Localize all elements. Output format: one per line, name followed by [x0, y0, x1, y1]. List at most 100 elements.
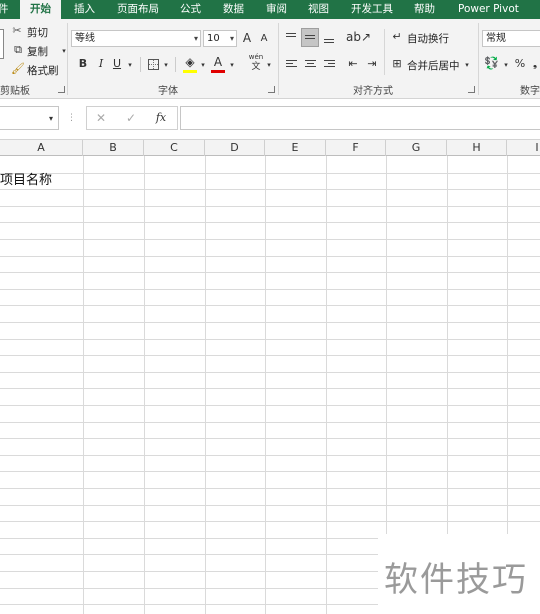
chevron-down-icon[interactable]: ▾: [228, 58, 236, 72]
column-gridline: [326, 156, 327, 614]
align-bottom-button[interactable]: [321, 29, 337, 46]
row-gridline: [0, 256, 540, 257]
phonetic-guide-button[interactable]: wén 文: [246, 53, 266, 75]
chevron-down-icon[interactable]: ▾: [46, 112, 56, 126]
row-gridline: [0, 322, 540, 323]
tab-data[interactable]: 数据: [223, 0, 244, 19]
accounting-format-icon[interactable]: 💱: [484, 56, 499, 70]
tab-developer[interactable]: 开发工具: [351, 0, 393, 19]
tab-power-pivot[interactable]: Power Pivot: [458, 0, 519, 19]
tab-review[interactable]: 审阅: [266, 0, 287, 19]
tab-page-layout[interactable]: 页面布局: [117, 0, 159, 19]
bold-button[interactable]: B: [76, 57, 90, 71]
wrap-text-icon: ↵: [392, 30, 402, 43]
row-gridline: [0, 388, 540, 389]
italic-button[interactable]: I: [95, 57, 107, 71]
cut-label: 剪切: [27, 27, 48, 39]
row-gridline: [0, 488, 540, 489]
column-gridline: [265, 156, 266, 614]
clipboard-group-label: 剪贴板: [0, 86, 30, 97]
column-header-e[interactable]: E: [265, 140, 326, 156]
row-gridline: [0, 505, 540, 506]
column-header-a[interactable]: A: [0, 140, 83, 156]
ribbon-tab-bar: 件 开始 插入 页面布局 公式 数据 审阅 视图 开发工具 帮助 Power P…: [0, 0, 540, 20]
copy-icon: ⧉: [14, 43, 22, 56]
column-header-c[interactable]: C: [144, 140, 205, 156]
formula-input[interactable]: [180, 106, 540, 130]
wrap-text-button[interactable]: ↵ 自动换行: [390, 29, 460, 46]
font-color-button[interactable]: A: [211, 55, 225, 69]
fill-color-icon[interactable]: ◈: [183, 55, 197, 69]
align-top-button[interactable]: [283, 29, 299, 46]
paste-icon[interactable]: [0, 29, 4, 59]
format-painter-label: 格式刷: [27, 65, 59, 77]
group-divider: [278, 23, 279, 95]
align-center-button[interactable]: [302, 56, 318, 72]
scissors-icon: ✂: [12, 24, 22, 37]
shrink-font-button[interactable]: A: [258, 32, 270, 46]
column-headers: A B C D E F G H I: [0, 140, 540, 156]
font-group-label: 字体: [158, 86, 178, 97]
paintbrush-icon: 🖌: [11, 62, 25, 75]
chevron-down-icon: ▾: [193, 34, 198, 43]
tab-file[interactable]: 件: [0, 0, 9, 19]
merge-cells-icon: ⊞: [392, 57, 402, 70]
tab-formulas[interactable]: 公式: [180, 0, 201, 19]
chevron-down-icon[interactable]: ▾: [126, 58, 134, 72]
cell-a1[interactable]: 项目名称: [0, 169, 52, 188]
row-gridline: [0, 289, 540, 290]
tab-view[interactable]: 视图: [308, 0, 329, 19]
grow-font-button[interactable]: A: [240, 31, 254, 45]
tab-insert[interactable]: 插入: [74, 0, 95, 19]
font-launcher-icon[interactable]: [268, 86, 275, 93]
insert-function-button[interactable]: fx: [151, 111, 171, 125]
percent-button[interactable]: %: [514, 57, 526, 71]
clipboard-launcher-icon[interactable]: [58, 86, 65, 93]
row-gridline: [0, 422, 540, 423]
chevron-down-icon[interactable]: ▾: [162, 58, 170, 72]
cancel-icon[interactable]: ✕: [91, 111, 111, 125]
row-gridline: [0, 438, 540, 439]
row-gridline: [0, 222, 540, 223]
format-painter-button[interactable]: 🖌 格式刷: [10, 62, 70, 77]
comma-style-icon[interactable]: ❟: [530, 57, 540, 71]
enter-icon[interactable]: ✓: [121, 111, 141, 125]
orientation-icon[interactable]: ab↗: [346, 30, 371, 44]
align-middle-button[interactable]: [301, 28, 319, 47]
align-right-button[interactable]: [321, 56, 337, 72]
merge-center-button[interactable]: ⊞ 合并后居中 ▾: [390, 56, 472, 73]
row-gridline: [0, 405, 540, 406]
number-format-select[interactable]: 常规: [482, 30, 540, 47]
number-group-label: 数字: [520, 86, 540, 97]
decrease-indent-icon[interactable]: ⇤: [345, 57, 361, 71]
chevron-down-icon[interactable]: ▾: [502, 58, 510, 72]
merge-center-label: 合并后居中: [407, 60, 460, 72]
name-box[interactable]: ▾: [0, 106, 59, 130]
column-header-b[interactable]: B: [83, 140, 144, 156]
font-size-select[interactable]: 10 ▾: [203, 30, 237, 47]
borders-icon[interactable]: [148, 59, 159, 70]
column-header-h[interactable]: H: [447, 140, 507, 156]
row-gridline: [0, 173, 540, 174]
number-format-value: 常规: [486, 33, 506, 44]
column-header-d[interactable]: D: [205, 140, 265, 156]
tab-home[interactable]: 开始: [20, 0, 61, 20]
chevron-down-icon: ▾: [465, 61, 469, 69]
underline-button[interactable]: U: [111, 57, 123, 71]
font-name-select[interactable]: 等线 ▾: [71, 30, 201, 47]
column-header-g[interactable]: G: [386, 140, 447, 156]
cut-button[interactable]: ✂ 剪切: [10, 24, 70, 39]
row-gridline: [0, 305, 540, 306]
tab-help[interactable]: 帮助: [414, 0, 435, 19]
copy-button[interactable]: ⧉ 复制 ▾: [10, 43, 70, 58]
increase-indent-icon[interactable]: ⇥: [364, 57, 380, 71]
column-header-f[interactable]: F: [326, 140, 386, 156]
row-gridline: [0, 355, 540, 356]
alignment-launcher-icon[interactable]: [468, 86, 475, 93]
column-header-i[interactable]: I: [507, 140, 540, 156]
chevron-down-icon[interactable]: ▾: [199, 58, 207, 72]
align-left-button[interactable]: [283, 56, 299, 72]
drag-handle-icon[interactable]: ⋮: [67, 111, 76, 125]
column-gridline: [144, 156, 145, 614]
chevron-down-icon[interactable]: ▾: [265, 58, 273, 72]
